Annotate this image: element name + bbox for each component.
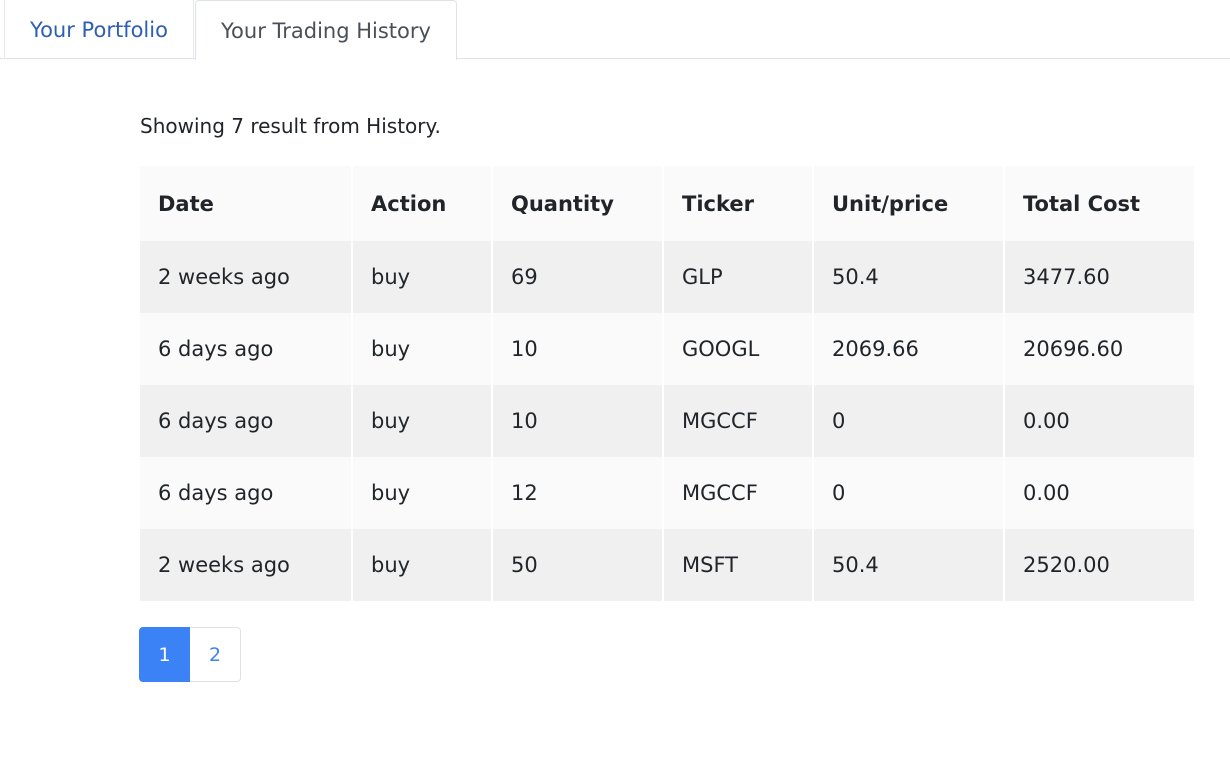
cell-unit-price: 2069.66 <box>813 313 1005 385</box>
results-summary: Showing 7 result from History. <box>140 114 441 138</box>
cell-total-cost: 20696.60 <box>1004 313 1194 385</box>
cell-total-cost: 2520.00 <box>1004 529 1194 601</box>
table-header-row: Date Action Quantity Ticker Unit/price T… <box>140 166 1194 241</box>
cell-quantity: 50 <box>492 529 664 601</box>
page-2-button[interactable]: 2 <box>190 627 241 682</box>
cell-action: buy <box>352 313 493 385</box>
cell-action: buy <box>352 529 493 601</box>
tab-trading-history[interactable]: Your Trading History <box>195 0 457 60</box>
cell-action: buy <box>352 241 493 313</box>
table-row: 2 weeks ago buy 50 MSFT 50.4 2520.00 <box>140 529 1194 601</box>
table-row: 6 days ago buy 10 GOOGL 2069.66 20696.60 <box>140 313 1194 385</box>
header-total-cost: Total Cost <box>1004 166 1194 241</box>
cell-total-cost: 0.00 <box>1004 457 1194 529</box>
cell-unit-price: 0 <box>813 385 1005 457</box>
table-row: 2 weeks ago buy 69 GLP 50.4 3477.60 <box>140 241 1194 313</box>
header-ticker: Ticker <box>663 166 814 241</box>
cell-quantity: 10 <box>492 313 664 385</box>
cell-total-cost: 3477.60 <box>1004 241 1194 313</box>
trading-history-table: Date Action Quantity Ticker Unit/price T… <box>140 166 1194 601</box>
cell-ticker: MGCCF <box>663 385 814 457</box>
cell-date: 2 weeks ago <box>140 241 353 313</box>
cell-action: buy <box>352 457 493 529</box>
table-row: 6 days ago buy 10 MGCCF 0 0.00 <box>140 385 1194 457</box>
header-unit-price: Unit/price <box>813 166 1005 241</box>
page-1-button[interactable]: 1 <box>139 627 190 682</box>
cell-ticker: GOOGL <box>663 313 814 385</box>
cell-ticker: MSFT <box>663 529 814 601</box>
cell-action: buy <box>352 385 493 457</box>
cell-unit-price: 0 <box>813 457 1005 529</box>
table-row: 6 days ago buy 12 MGCCF 0 0.00 <box>140 457 1194 529</box>
cell-ticker: GLP <box>663 241 814 313</box>
cell-date: 6 days ago <box>140 385 353 457</box>
cell-date: 6 days ago <box>140 313 353 385</box>
header-action: Action <box>352 166 493 241</box>
header-quantity: Quantity <box>492 166 664 241</box>
cell-quantity: 69 <box>492 241 664 313</box>
cell-date: 2 weeks ago <box>140 529 353 601</box>
cell-date: 6 days ago <box>140 457 353 529</box>
tab-portfolio[interactable]: Your Portfolio <box>4 0 194 59</box>
cell-unit-price: 50.4 <box>813 529 1005 601</box>
header-date: Date <box>140 166 353 241</box>
pagination: 1 2 <box>139 627 241 682</box>
cell-quantity: 12 <box>492 457 664 529</box>
cell-unit-price: 50.4 <box>813 241 1005 313</box>
tab-bar: Your Portfolio Your Trading History <box>0 0 1230 60</box>
cell-ticker: MGCCF <box>663 457 814 529</box>
cell-total-cost: 0.00 <box>1004 385 1194 457</box>
cell-quantity: 10 <box>492 385 664 457</box>
